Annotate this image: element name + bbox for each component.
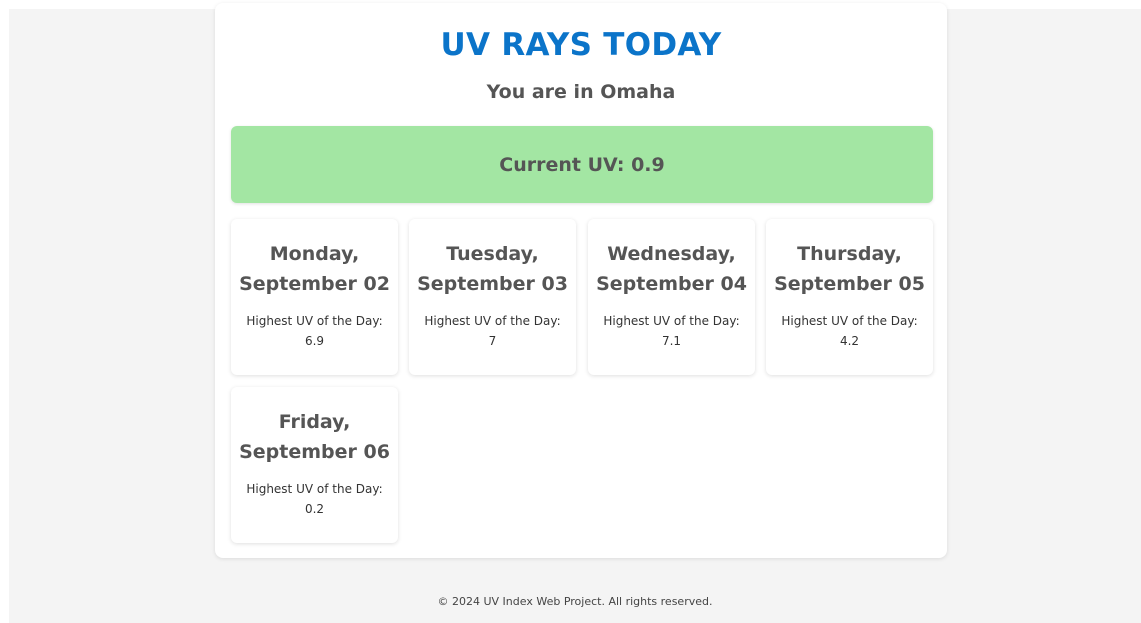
forecast-uv-value: Highest UV of the Day: 7 <box>424 314 561 348</box>
footer-copyright: © 2024 UV Index Web Project. All rights … <box>437 595 713 608</box>
forecast-card-wednesday: Wednesday, September 04 Highest UV of th… <box>588 219 755 375</box>
forecast-uv-value: Highest UV of the Day: 6.9 <box>246 314 383 348</box>
forecast-card-friday: Friday, September 06 Highest UV of the D… <box>231 387 398 543</box>
page-title: UV RAYS TODAY <box>440 27 722 63</box>
forecast-day-name: Tuesday, September 03 <box>417 243 568 295</box>
page-background: UV RAYS TODAY You are in Omaha Current U… <box>9 3 1141 623</box>
location-text: You are in Omaha <box>486 81 676 103</box>
forecast-day-name: Wednesday, September 04 <box>596 243 747 295</box>
forecast-day-name: Friday, September 06 <box>239 411 390 463</box>
forecast-day-name: Thursday, September 05 <box>774 243 925 295</box>
forecast-uv-value: Highest UV of the Day: 4.2 <box>781 314 918 348</box>
forecast-uv-value: Highest UV of the Day: 7.1 <box>603 314 740 348</box>
current-uv-label: Current UV: 0.9 <box>499 153 665 176</box>
forecast-card-tuesday: Tuesday, September 03 Highest UV of the … <box>409 219 576 375</box>
current-uv-banner: Current UV: 0.9 <box>231 126 933 203</box>
forecast-uv-value: Highest UV of the Day: 0.2 <box>246 482 383 516</box>
forecast-day-name: Monday, September 02 <box>239 243 390 295</box>
forecast-card-monday: Monday, September 02 Highest UV of the D… <box>231 219 398 375</box>
forecast-card-thursday: Thursday, September 05 Highest UV of the… <box>766 219 933 375</box>
uv-panel: UV RAYS TODAY You are in Omaha Current U… <box>215 3 947 558</box>
